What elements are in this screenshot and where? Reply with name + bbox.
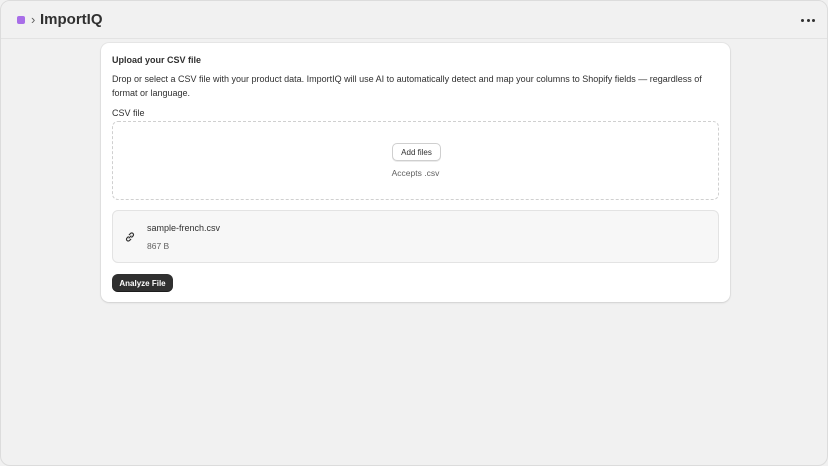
app-window: › ImportIQ Upload your CSV file Drop or … bbox=[0, 0, 828, 466]
file-name: sample-french.csv bbox=[147, 223, 221, 233]
card-title: Upload your CSV file bbox=[112, 55, 202, 65]
breadcrumb-separator: › bbox=[31, 12, 36, 27]
accepts-hint: Accepts .csv bbox=[391, 168, 440, 178]
menu-dot bbox=[812, 18, 815, 22]
more-horizontal-icon[interactable] bbox=[801, 13, 815, 27]
uploaded-file-item: sample-french.csv 867 B bbox=[112, 210, 719, 263]
csv-field-label: CSV file bbox=[112, 108, 145, 118]
page-title: ImportIQ bbox=[40, 11, 103, 28]
upload-card: Upload your CSV file Drop or select a CS… bbox=[101, 43, 730, 302]
paperclip-icon bbox=[125, 232, 135, 242]
add-files-button[interactable]: Add files bbox=[392, 143, 441, 161]
file-dropzone[interactable]: Add files Accepts .csv bbox=[112, 121, 719, 200]
file-size: 867 B bbox=[147, 241, 170, 251]
analyze-file-button[interactable]: Analyze File bbox=[112, 274, 173, 292]
app-icon bbox=[17, 16, 25, 24]
menu-dot bbox=[806, 18, 810, 22]
top-bar: › ImportIQ bbox=[1, 1, 827, 39]
menu-dot bbox=[801, 18, 804, 22]
card-description: Drop or select a CSV file with your prod… bbox=[112, 74, 702, 98]
